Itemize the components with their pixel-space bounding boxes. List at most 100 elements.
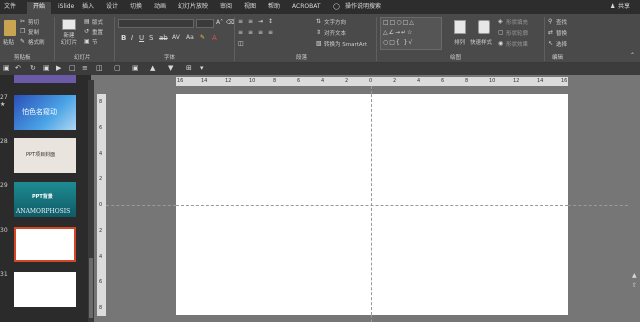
thumbnail-scrollbar[interactable] (88, 80, 94, 322)
tab-review[interactable]: 审阅 (220, 2, 232, 14)
shadow-icon[interactable]: S (149, 34, 153, 42)
numbering-icon[interactable]: ≡ (248, 18, 253, 26)
shape-fill-button[interactable]: 形状填充 (506, 18, 528, 26)
cut-button[interactable]: 剪切 (28, 18, 39, 26)
copy-button[interactable]: 复制 (28, 28, 39, 36)
distribute-icon[interactable]: ◫ (96, 64, 103, 72)
shapes-gallery[interactable]: □□○□△ △∠→↵☆ ○□{ }√ (380, 17, 442, 50)
smartart-button[interactable]: 转换为 SmartArt (324, 40, 367, 48)
text-direction-button[interactable]: 文字方向 (324, 18, 346, 26)
paste-icon[interactable] (4, 20, 16, 36)
justify-icon[interactable]: ≡ (268, 29, 273, 37)
line-spacing-icon[interactable]: ↕ (268, 18, 273, 26)
share-button[interactable]: 共享 (618, 2, 630, 14)
font-group-label: 字体 (164, 55, 176, 61)
shape-fill-icon: ◈ (498, 18, 503, 25)
columns-icon[interactable]: ◫ (238, 40, 244, 48)
slide-thumbnail-selected[interactable] (14, 227, 76, 262)
tell-me-search[interactable]: 操作说明搜索 (345, 2, 381, 14)
slide-thumbnail[interactable] (14, 272, 76, 307)
collapse-ribbon-icon[interactable]: ⌃ (630, 52, 635, 60)
present-icon[interactable]: ▣ (43, 64, 50, 72)
vertical-guide-extension (371, 86, 372, 94)
paste-button[interactable]: 粘贴 (3, 38, 14, 46)
group-icon[interactable]: ▢ (114, 64, 121, 72)
font-color-icon[interactable]: A (212, 34, 217, 42)
tab-animations[interactable]: 动画 (154, 2, 166, 14)
slide-thumbnail[interactable]: PPT背景 ANAMORPHOSIS (14, 182, 76, 217)
tab-home[interactable]: 开始 (27, 2, 52, 14)
strikethrough-icon[interactable]: ab (159, 34, 168, 42)
char-spacing-icon[interactable]: AV (172, 34, 180, 42)
align-center-icon[interactable]: ≡ (248, 29, 253, 37)
bring-forward-icon[interactable]: ▲ (150, 64, 155, 72)
find-button[interactable]: 查找 (556, 18, 567, 26)
tab-design[interactable]: 设计 (106, 2, 118, 14)
horizontal-guide[interactable] (176, 205, 568, 206)
lightbulb-icon: ◯ (333, 3, 340, 10)
tab-transitions[interactable]: 切换 (130, 2, 142, 14)
scrollbar-thumb[interactable] (89, 258, 93, 318)
save-icon[interactable]: ▣ (3, 64, 10, 72)
shape-effects-button[interactable]: 形状效果 (506, 40, 528, 48)
tab-slideshow[interactable]: 幻灯片放映 (178, 2, 208, 14)
section-button[interactable]: 节 (92, 38, 98, 46)
tab-insert[interactable]: 插入 (82, 2, 94, 14)
ruler-tick-label: 6 (99, 279, 103, 286)
tab-acrobat[interactable]: ACROBAT (292, 2, 321, 14)
ruler-tick-label: 16 (177, 78, 184, 84)
new-slide-icon[interactable] (62, 19, 76, 30)
previous-slide-icon[interactable]: ⇧ (632, 282, 637, 290)
redo-icon[interactable]: ↻ (30, 64, 36, 72)
ribbon: 粘贴 ✂ 剪切 ❐ 复制 ✎ 格式刷 剪贴板 新建 幻灯片 ▤ 版式 ↺ 重置 … (0, 14, 640, 63)
bullets-icon[interactable]: ≡ (238, 18, 243, 26)
shape-icon[interactable]: □ (69, 64, 76, 72)
format-painter-button[interactable]: 格式刷 (28, 38, 45, 46)
tab-view[interactable]: 视图 (244, 2, 256, 14)
ungroup-icon[interactable]: ▣ (132, 64, 139, 72)
tab-file[interactable]: 文件 (4, 2, 16, 14)
bold-icon[interactable]: B (121, 34, 126, 42)
undo-icon[interactable]: ↶ (15, 64, 21, 72)
tab-help[interactable]: 帮助 (268, 2, 280, 14)
highlight-icon[interactable]: ✎ (200, 34, 205, 42)
replace-button[interactable]: 替换 (556, 29, 567, 37)
quick-styles-icon[interactable] (478, 20, 490, 34)
align-icon[interactable]: ≡ (82, 64, 88, 72)
layout-icon: ▤ (84, 18, 90, 25)
slide-thumbnail[interactable]: 怕色名窥动 (14, 95, 76, 130)
tab-islide[interactable]: iSlide (58, 2, 74, 14)
underline-icon[interactable]: U (139, 34, 144, 42)
align-text-button[interactable]: 对齐文本 (324, 29, 346, 37)
select-button[interactable]: 选择 (556, 40, 567, 48)
customize-qat-icon[interactable]: ▾ (200, 64, 204, 72)
font-name-dropdown[interactable] (118, 19, 194, 28)
crop-icon[interactable]: ⊞ (186, 64, 192, 72)
ruler-tick-label: 4 (417, 78, 421, 84)
scroll-up-icon[interactable]: ▲ (632, 272, 637, 280)
reset-button[interactable]: 重置 (92, 28, 103, 36)
italic-icon[interactable]: I (131, 34, 133, 42)
arrange-button[interactable]: 排列 (454, 38, 465, 46)
align-right-icon[interactable]: ≡ (258, 29, 263, 37)
align-left-icon[interactable]: ≡ (238, 29, 243, 37)
from-start-icon[interactable]: ▶ (56, 64, 61, 72)
quick-styles-button[interactable]: 快速样式 (470, 38, 492, 46)
shape-outline-button[interactable]: 形状轮廓 (506, 29, 528, 37)
slide-thumbnail[interactable] (14, 75, 76, 83)
ruler-tick-label: 2 (99, 227, 103, 234)
ruler-tick-label: 8 (99, 305, 103, 311)
indent-icon[interactable]: ⇥ (258, 18, 263, 26)
ruler-tick-label: 8 (465, 78, 469, 84)
change-case-icon[interactable]: Aa (186, 34, 194, 42)
arrange-icon[interactable] (454, 20, 466, 34)
new-slide-button[interactable]: 新建 幻灯片 (59, 33, 79, 47)
layout-button[interactable]: 版式 (92, 18, 103, 26)
slides-group-label: 幻灯片 (74, 55, 91, 61)
send-backward-icon[interactable]: ▼ (168, 64, 173, 72)
format-painter-icon: ✎ (20, 38, 26, 45)
slide-canvas[interactable] (176, 94, 568, 315)
slide-thumbnail[interactable]: PPT项目封面 (14, 138, 76, 173)
font-size-dropdown[interactable] (196, 19, 214, 28)
grow-font-icon[interactable]: A˄ (216, 19, 223, 27)
